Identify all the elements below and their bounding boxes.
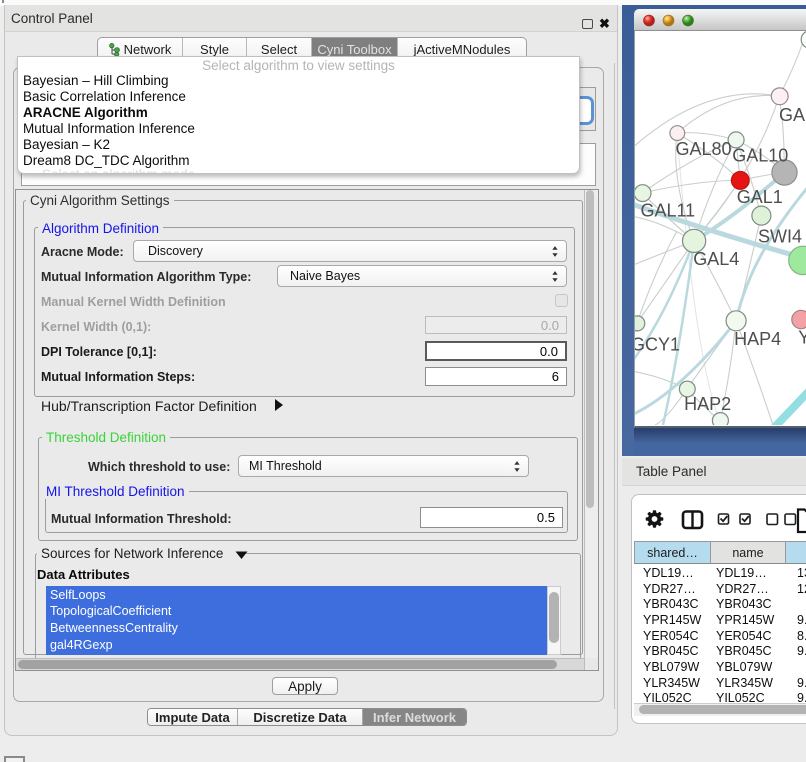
- svg-text:GAL1: GAL1: [737, 187, 783, 207]
- svg-text:YEL0: YEL0: [798, 328, 806, 348]
- svg-text:HAP2: HAP2: [684, 394, 731, 414]
- svg-text:GAL11: GAL11: [640, 201, 695, 221]
- svg-text:SWI4: SWI4: [758, 227, 802, 247]
- svg-text:HAP4: HAP4: [734, 329, 781, 349]
- svg-text:GAL80: GAL80: [675, 139, 731, 159]
- svg-text:GAL4: GAL4: [693, 249, 739, 269]
- svg-text:GAL10: GAL10: [732, 146, 788, 166]
- svg-text:GAL7: GAL7: [779, 105, 806, 125]
- svg-text:GCY1: GCY1: [635, 335, 680, 355]
